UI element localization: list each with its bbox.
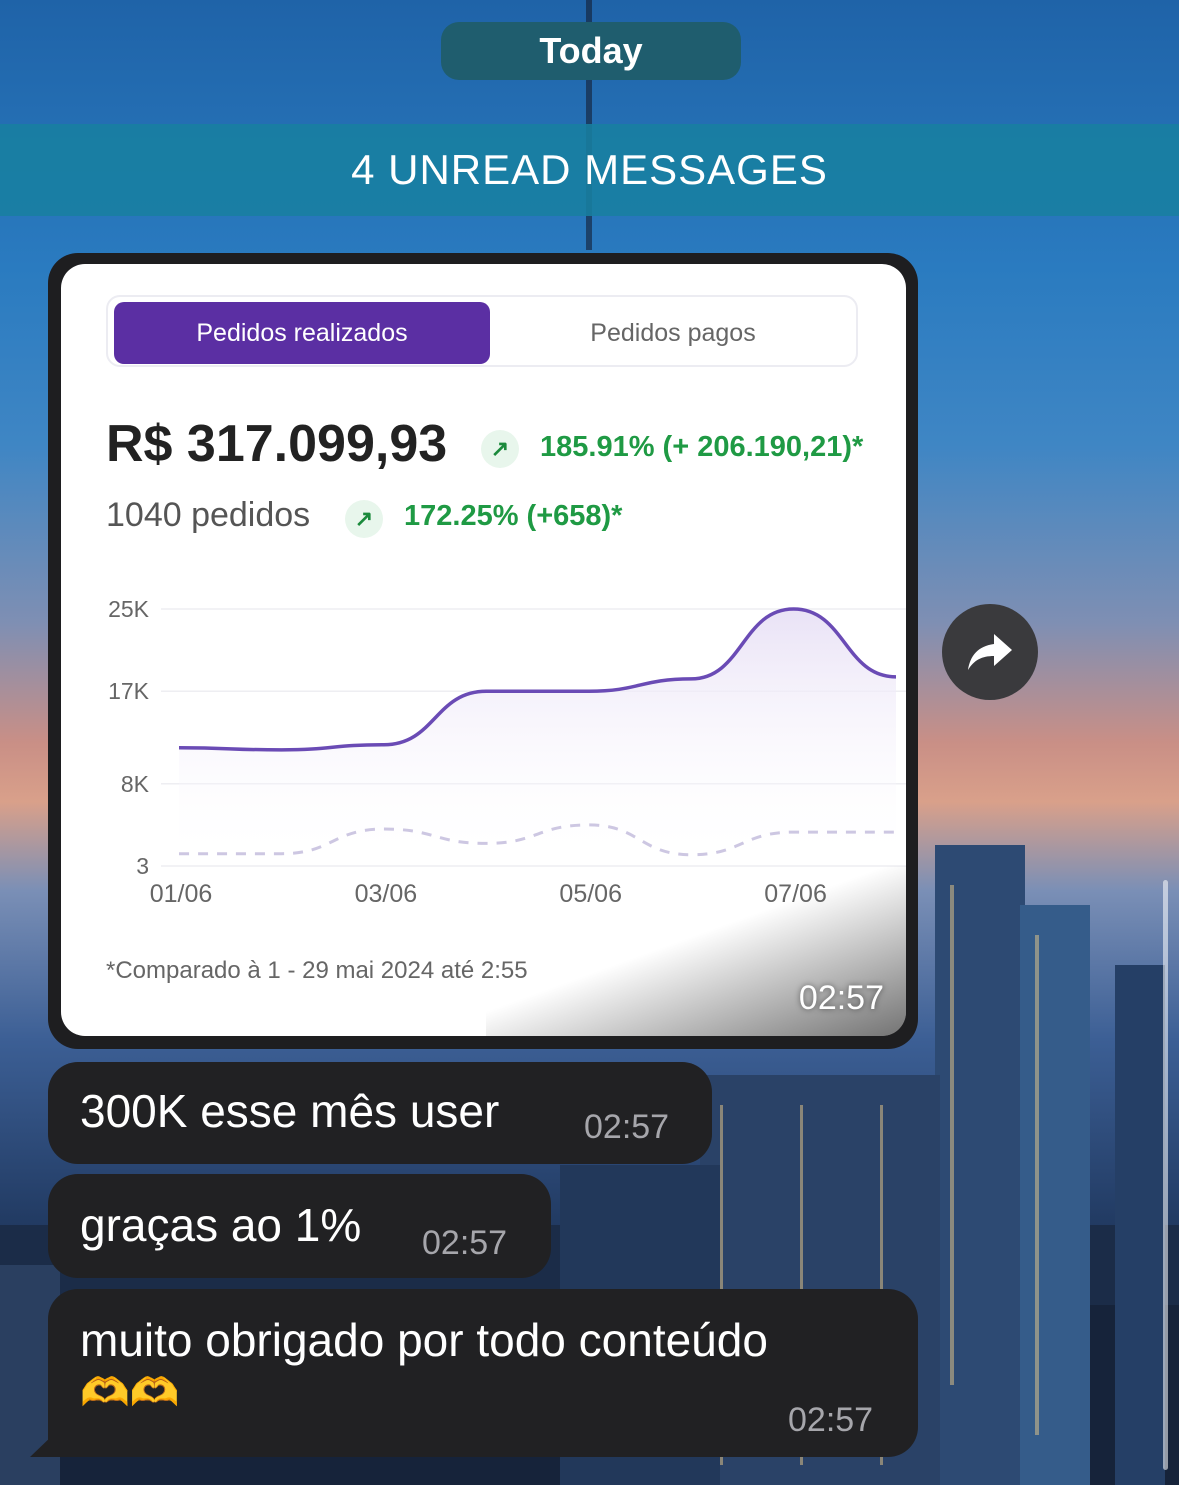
order-type-toggle: Pedidos realizados Pedidos pagos <box>106 295 858 367</box>
message-text: muito obrigado por todo conteúdo <box>80 1314 768 1366</box>
tab-pedidos-pagos: Pedidos pagos <box>590 318 756 347</box>
message-time: 02:57 <box>798 979 884 1017</box>
unread-messages-banner: 4 UNREAD MESSAGES <box>0 124 1179 216</box>
date-separator: Today <box>441 22 741 80</box>
arrow-up-right-icon: ↗ <box>345 500 383 538</box>
sales-dashboard-screenshot[interactable]: Pedidos realizados Pedidos pagos R$ 317.… <box>61 264 906 1036</box>
scrollbar[interactable] <box>1163 880 1168 1470</box>
share-forward-icon <box>968 634 1012 670</box>
y-tick-label: 3 <box>136 853 149 879</box>
x-tick-label: 01/06 <box>150 880 213 908</box>
orders-count: 1040 pedidos <box>106 496 311 534</box>
x-tick-label: 03/06 <box>355 880 418 908</box>
revenue-total: R$ 317.099,93 <box>106 415 448 473</box>
tab-pedidos-realizados: Pedidos realizados <box>114 302 490 364</box>
arrow-up-right-icon: ↗ <box>481 430 519 468</box>
message-text: graças ao 1% <box>80 1199 362 1251</box>
message-time: 02:57 <box>584 1108 670 1146</box>
message-bubble[interactable]: 300K esse mês user 02:57 <box>48 1062 712 1164</box>
series-area-fill <box>179 609 896 866</box>
bubble-tail <box>30 1432 56 1457</box>
y-tick-label: 8K <box>121 771 150 797</box>
heart-hands-emoji: 🫶🫶 <box>80 1371 180 1415</box>
forward-button[interactable] <box>942 604 1038 700</box>
message-time: 02:57 <box>788 1401 874 1439</box>
comparison-footnote: *Comparado à 1 - 29 mai 2024 até 2:55 <box>106 957 528 984</box>
y-tick-label: 17K <box>108 678 150 704</box>
message-bubble[interactable]: graças ao 1% 02:57 <box>48 1174 551 1278</box>
y-tick-label: 25K <box>108 596 150 622</box>
message-text: 300K esse mês user <box>80 1085 500 1137</box>
message-time: 02:57 <box>422 1224 508 1262</box>
orders-growth: 172.25% (+658)* <box>404 500 623 532</box>
revenue-growth: 185.91% (+ 206.190,21)* <box>540 431 864 463</box>
message-bubble[interactable]: muito obrigado por todo conteúdo 🫶🫶 02:5… <box>48 1289 918 1457</box>
